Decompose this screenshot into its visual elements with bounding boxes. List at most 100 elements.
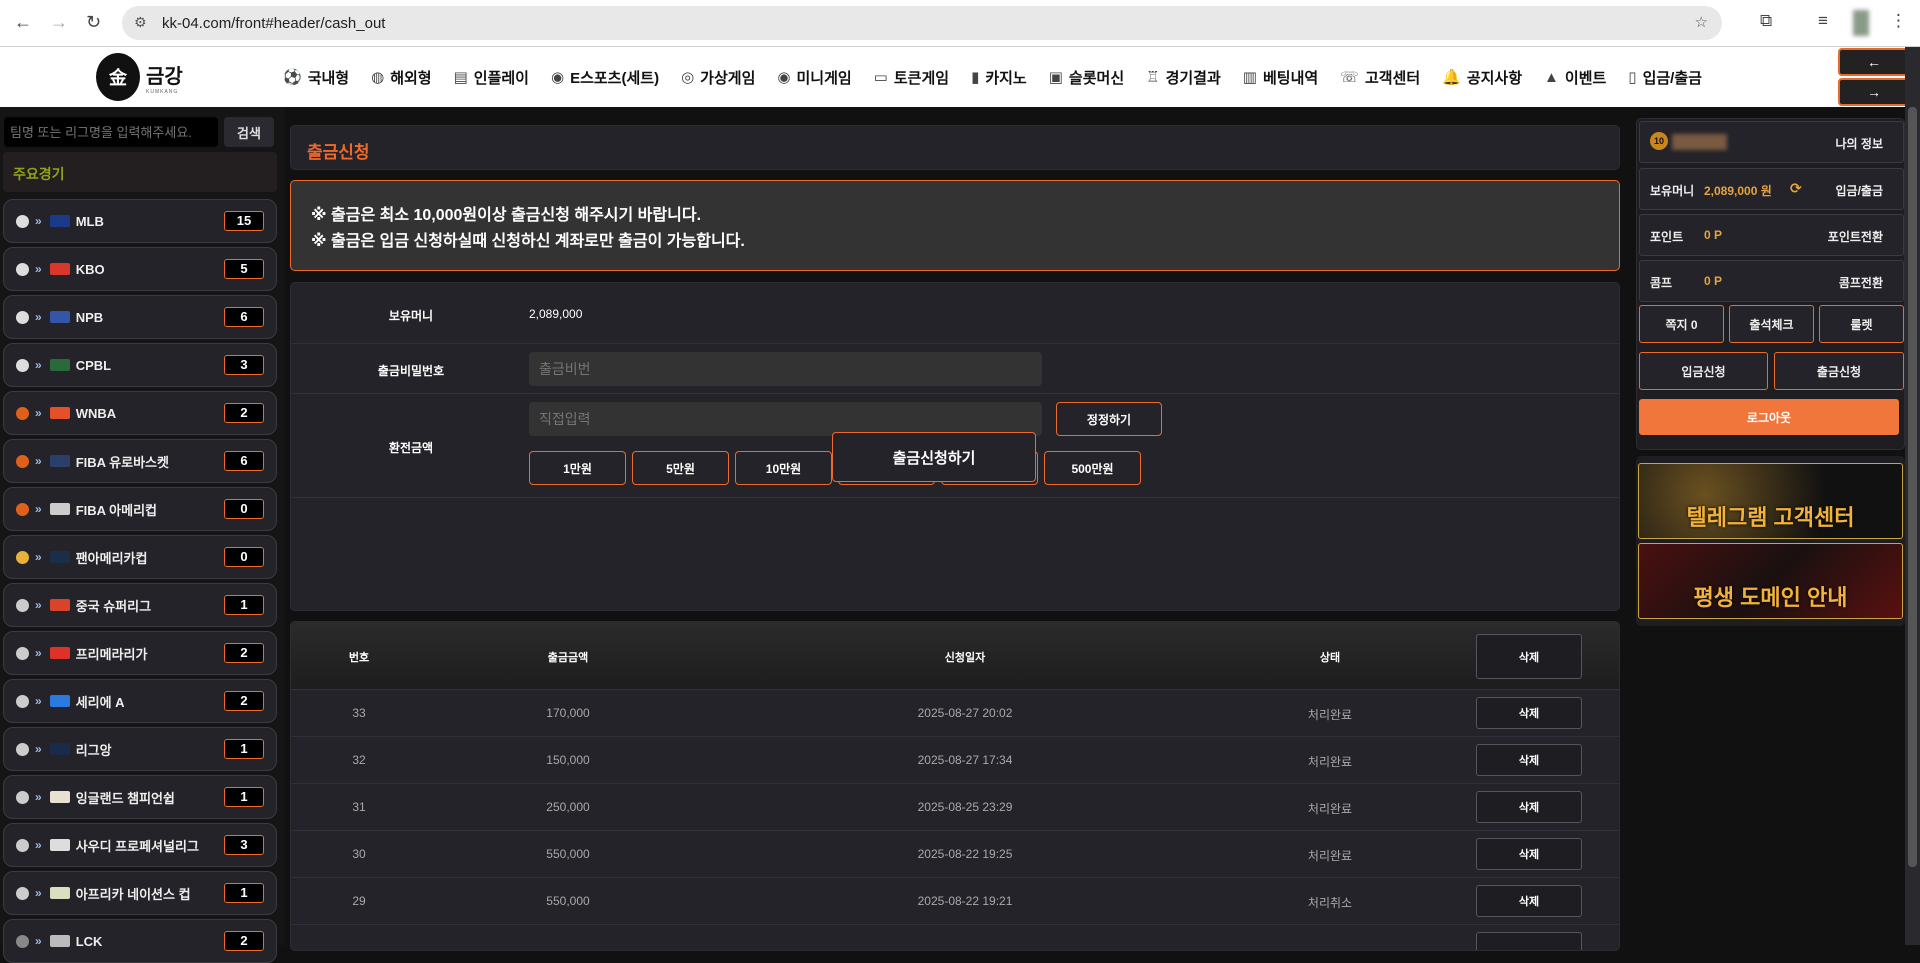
- league-item[interactable]: » KBO 5: [3, 247, 277, 291]
- robot-icon: ◎: [681, 69, 695, 86]
- point-label: 포인트: [1650, 230, 1684, 244]
- nav-item[interactable]: ▤ 인플레이: [454, 67, 529, 88]
- nav-item[interactable]: ▯ 입금/출금: [1628, 67, 1702, 88]
- league-item[interactable]: » 팬아메리카컵 0: [3, 535, 277, 579]
- league-item[interactable]: » MLB 15: [3, 199, 277, 243]
- nav-item[interactable]: ▭ 토큰게임: [874, 67, 949, 88]
- amount-input[interactable]: [529, 402, 1042, 436]
- delete-button[interactable]: 삭제: [1476, 885, 1582, 917]
- nav-item[interactable]: ◎ 가상게임: [681, 67, 755, 88]
- row-number: 29: [352, 894, 366, 908]
- delete-button[interactable]: 삭제: [1476, 744, 1582, 776]
- nav-item[interactable]: ♖ 경기결과: [1146, 67, 1221, 88]
- double-chevron-icon: »: [35, 646, 42, 660]
- nav-item[interactable]: ☏ 고객센터: [1340, 67, 1420, 88]
- quick-amount-button[interactable]: 1만원: [529, 451, 626, 485]
- league-item[interactable]: » NPB 6: [3, 295, 277, 339]
- deposit-withdraw-link[interactable]: 입금/출금: [1836, 182, 1884, 199]
- site-logo[interactable]: 金 금강 KUMKANG: [96, 53, 183, 101]
- reload-icon[interactable]: ↻: [86, 12, 101, 33]
- forward-icon[interactable]: →: [50, 12, 68, 33]
- league-item[interactable]: » 리그앙 1: [3, 727, 277, 771]
- league-logo-icon: [49, 599, 70, 611]
- nav-item[interactable]: ▮ 카지노: [971, 67, 1027, 88]
- delete-button[interactable]: 삭제: [1476, 791, 1582, 823]
- quick-amount-button[interactable]: 500만원: [1044, 451, 1141, 485]
- prev-button[interactable]: ←: [1838, 48, 1910, 76]
- nav-item[interactable]: ▣ 슬롯머신: [1049, 67, 1124, 88]
- league-item[interactable]: » 프리메라리가 2: [3, 631, 277, 675]
- sidebar: 검색 주요경기 » MLB 15 » KBO 5 » NPB 6 » CPBL 3 » WNBA 2 » FIB…: [0, 107, 285, 963]
- logout-button[interactable]: 로그아웃: [1639, 399, 1899, 435]
- message-button[interactable]: 쪽지 0: [1639, 305, 1724, 343]
- nav-item[interactable]: ◉ 미니게임: [777, 67, 851, 88]
- league-item[interactable]: » FIBA 아메리컵 0: [3, 487, 277, 531]
- row-amount: 150,000: [546, 753, 590, 767]
- delete-all-button[interactable]: 삭제: [1476, 634, 1582, 679]
- nav-item[interactable]: 🔔 공지사항: [1442, 67, 1522, 88]
- delete-button[interactable]: 삭제: [1476, 697, 1582, 729]
- league-count: 0: [224, 547, 264, 567]
- nav-item[interactable]: ▲ 이벤트: [1544, 67, 1606, 88]
- username-blurred: [1672, 134, 1727, 150]
- point-convert-link[interactable]: 포인트전환: [1828, 228, 1883, 245]
- league-name: KBO: [75, 261, 105, 277]
- bookmark-star-icon[interactable]: ☆: [1695, 13, 1708, 31]
- reset-button[interactable]: 정정하기: [1056, 402, 1162, 436]
- page-scrollbar[interactable]: [1905, 47, 1920, 945]
- league-item[interactable]: » LCK 2: [3, 919, 277, 963]
- league-logo-icon: [49, 647, 70, 659]
- site-settings-icon[interactable]: ⚙: [134, 14, 147, 31]
- back-icon[interactable]: ←: [14, 12, 32, 33]
- volleyball-icon: [16, 550, 29, 564]
- league-name: WNBA: [75, 405, 117, 421]
- league-item[interactable]: » 세리에 A 2: [3, 679, 277, 723]
- league-item[interactable]: » 사우디 프로페셔널리그 3: [3, 823, 277, 867]
- receipt-icon: ▥: [1242, 69, 1257, 86]
- telegram-banner[interactable]: 텔레그램 고객센터: [1638, 463, 1903, 539]
- quick-amount-button[interactable]: 5만원: [632, 451, 729, 485]
- nav-item[interactable]: ◉ E스포츠(세트): [551, 67, 659, 88]
- submit-withdraw-button[interactable]: 출금신청하기: [832, 432, 1036, 482]
- withdraw-password-input[interactable]: [529, 352, 1042, 386]
- league-item[interactable]: » 아프리카 네이션스 컵 1: [3, 871, 277, 915]
- withdraw-request-button[interactable]: 출금신청: [1774, 352, 1904, 390]
- deposit-request-button[interactable]: 입금신청: [1639, 352, 1768, 390]
- search-input[interactable]: [4, 117, 218, 147]
- browser-toolbar: ← → ↻ ⚙ kk-04.com/front#header/cash_out ☆ …: [0, 0, 1920, 47]
- refresh-icon[interactable]: ⟳: [1790, 180, 1802, 197]
- next-button[interactable]: →: [1838, 78, 1910, 106]
- league-item[interactable]: » WNBA 2: [3, 391, 277, 435]
- quick-amount-button[interactable]: 10만원: [735, 451, 832, 485]
- delete-button[interactable]: 삭제: [1476, 838, 1582, 870]
- table-row: 32 150,000 2025-08-27 17:34 처리완료 삭제: [291, 737, 1619, 784]
- scrollbar-thumb[interactable]: [1908, 107, 1917, 867]
- league-count: 6: [224, 451, 264, 471]
- attendance-button[interactable]: 출석체크: [1729, 305, 1814, 343]
- profile-avatar[interactable]: [1853, 10, 1869, 36]
- menu-icon[interactable]: ⋮: [1890, 11, 1907, 31]
- comp-convert-link[interactable]: 콤프전환: [1839, 274, 1883, 291]
- my-info-link[interactable]: 나의 정보: [1836, 135, 1884, 152]
- roulette-button[interactable]: 룰렛: [1819, 305, 1904, 343]
- double-chevron-icon: »: [35, 934, 42, 948]
- soccer-icon: [16, 694, 29, 708]
- nav-item[interactable]: ▥ 베팅내역: [1243, 67, 1318, 88]
- league-item[interactable]: » FIBA 유로바스켓 6: [3, 439, 277, 483]
- soccer-icon: [16, 886, 29, 900]
- delete-button[interactable]: [1476, 932, 1582, 950]
- domain-banner[interactable]: 평생 도메인 안내: [1638, 543, 1903, 619]
- point-value: 0 P: [1704, 228, 1723, 242]
- league-name: CPBL: [75, 357, 112, 373]
- address-bar[interactable]: ⚙ kk-04.com/front#header/cash_out ☆: [122, 6, 1722, 40]
- support-24-icon: ☏: [1340, 69, 1359, 86]
- nav-item[interactable]: ⚽ 국내형: [283, 67, 349, 88]
- search-button[interactable]: 검색: [224, 117, 274, 147]
- nav-item[interactable]: ◍ 해외형: [371, 67, 432, 88]
- extensions-icon[interactable]: ⧉: [1760, 11, 1772, 31]
- league-item[interactable]: » 중국 슈퍼리그 1: [3, 583, 277, 627]
- media-icon[interactable]: ≡: [1818, 11, 1828, 31]
- league-item[interactable]: » CPBL 3: [3, 343, 277, 387]
- row-status: 처리완료: [1307, 802, 1353, 816]
- league-item[interactable]: » 잉글랜드 챔피언쉽 1: [3, 775, 277, 819]
